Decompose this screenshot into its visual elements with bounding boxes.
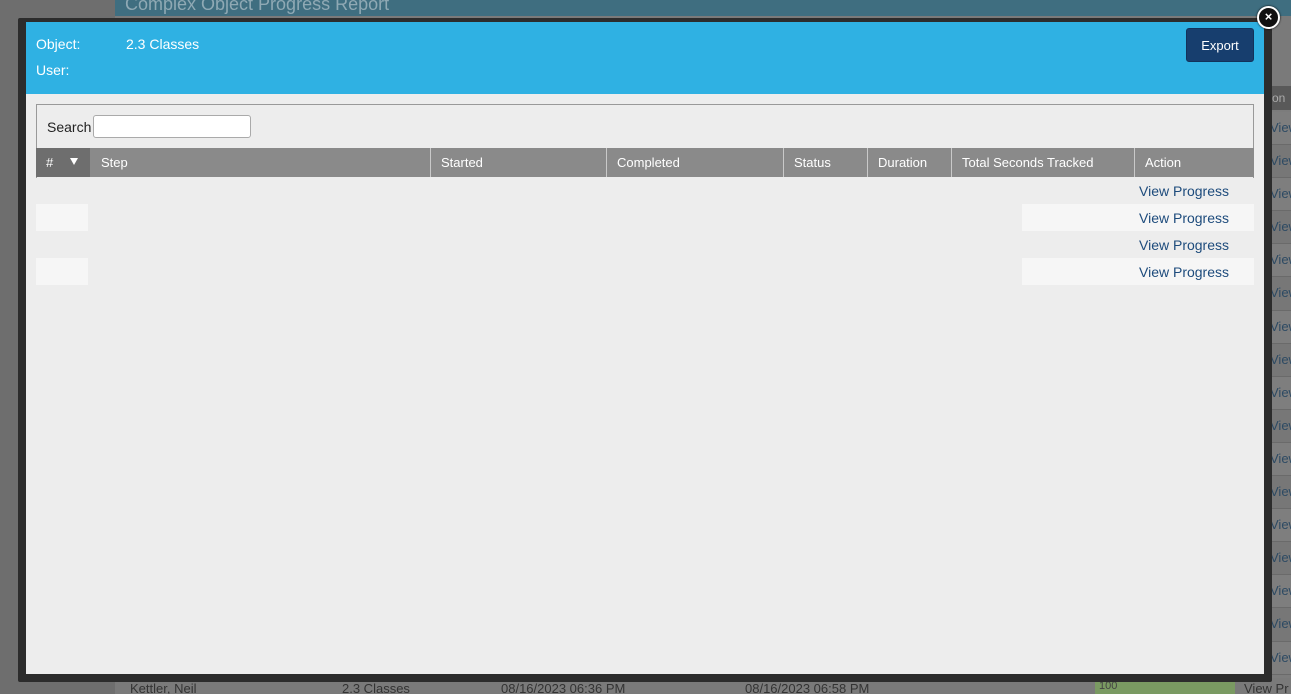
- table-body: View Progress View Progress View Progres…: [36, 177, 1254, 285]
- row-action-cell: View Progress: [1022, 204, 1254, 231]
- column-header-step[interactable]: Step: [91, 148, 431, 177]
- background-action: View Pr: [1244, 681, 1289, 694]
- row-action-cell: View Progress: [1022, 231, 1254, 258]
- sort-descending-icon[interactable]: [70, 158, 78, 165]
- background-header: Complex Object Progress Report: [115, 0, 1291, 16]
- table-row: View Progress: [36, 258, 1254, 285]
- column-header-status[interactable]: Status: [784, 148, 868, 177]
- row-number-cell: [36, 204, 88, 231]
- search-input[interactable]: [93, 115, 251, 138]
- object-label: Object:: [36, 36, 81, 52]
- view-progress-link[interactable]: View Progress: [1139, 237, 1229, 253]
- column-header-duration[interactable]: Duration: [868, 148, 952, 177]
- column-header-started[interactable]: Started: [431, 148, 607, 177]
- background-started: 08/16/2023 06:36 PM: [501, 681, 626, 694]
- table-row: View Progress: [36, 177, 1254, 204]
- table-row: View Progress: [36, 231, 1254, 258]
- row-action-cell: View Progress: [1022, 258, 1254, 285]
- view-progress-link[interactable]: View Progress: [1139, 264, 1229, 280]
- row-number-cell: [36, 231, 88, 258]
- close-icon[interactable]: ×: [1257, 6, 1280, 29]
- column-header-action[interactable]: Action: [1135, 148, 1254, 177]
- export-button[interactable]: Export: [1186, 28, 1254, 62]
- column-header-number[interactable]: #: [36, 148, 90, 177]
- background-object: 2.3 Classes: [342, 681, 410, 694]
- view-progress-link[interactable]: View Progress: [1139, 183, 1229, 199]
- user-label: User:: [36, 62, 70, 78]
- table-header: # Step Started Completed Status Duration…: [36, 148, 1254, 177]
- view-progress-link[interactable]: View Progress: [1139, 210, 1229, 226]
- row-number-cell: [36, 177, 88, 204]
- search-label: Search: [47, 119, 92, 135]
- background-title: Complex Object Progress Report: [125, 0, 390, 14]
- object-value: 2.3 Classes: [126, 36, 200, 52]
- background-completed: 08/16/2023 06:58 PM: [745, 681, 870, 694]
- table-row: View Progress: [36, 204, 1254, 231]
- background-user-name: Kettler, Neil: [130, 681, 197, 694]
- progress-modal: Object: 2.3 Classes User: Export Search …: [26, 22, 1264, 674]
- row-number-cell: [36, 258, 88, 285]
- column-header-completed[interactable]: Completed: [607, 148, 784, 177]
- column-header-total-seconds[interactable]: Total Seconds Tracked: [952, 148, 1135, 177]
- row-action-cell: View Progress: [1022, 177, 1254, 204]
- modal-header: Object: 2.3 Classes User: Export: [26, 22, 1264, 94]
- background-progress: 100: [1095, 680, 1235, 694]
